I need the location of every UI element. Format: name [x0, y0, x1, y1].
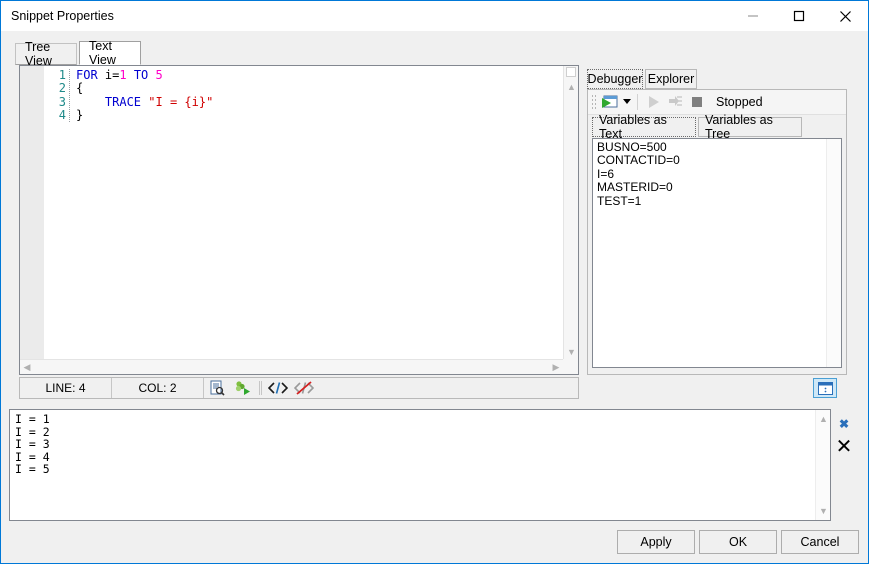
view-tab-strip: Tree View Text View [15, 43, 855, 65]
maximize-button[interactable] [776, 1, 822, 31]
tab-debugger-label: Debugger [588, 72, 643, 86]
editor-scroll-up-icon[interactable]: ▲ [564, 80, 579, 94]
window-title: Snippet Properties [11, 9, 114, 23]
tab-tree-view-label: Tree View [25, 40, 67, 68]
tab-debugger[interactable]: Debugger [587, 69, 643, 89]
output-clear-button[interactable]: ✕ [833, 435, 855, 457]
step-into-icon [668, 95, 683, 109]
code-token: i= [105, 68, 119, 82]
document-run-button[interactable] [230, 378, 256, 398]
code-token: TRACE [105, 95, 148, 109]
editor-vscroll-thumb[interactable] [566, 67, 576, 77]
editor-scroll-down-icon[interactable]: ▼ [564, 345, 579, 359]
tab-variables-as-text-label: Variables as Text [599, 113, 689, 141]
window-controls [730, 1, 868, 31]
debugger-status-label: Stopped [716, 95, 763, 109]
run-program-icon [601, 95, 618, 110]
tab-variables-as-text[interactable]: Variables as Text [592, 117, 696, 137]
debugger-tab-strip: Debugger Explorer [587, 69, 847, 89]
trace-output-panel[interactable]: I = 1 I = 2 I = 3 I = 4 I = 5 ▲ ▼ [9, 409, 831, 521]
editor-horizontal-scrollbar[interactable]: ◀ ▶ [20, 359, 563, 374]
tab-variables-as-tree-label: Variables as Tree [705, 113, 795, 141]
tab-explorer[interactable]: Explorer [645, 69, 697, 89]
apply-button[interactable]: Apply [617, 530, 695, 554]
tab-explorer-label: Explorer [648, 72, 695, 86]
editor-scroll-right-icon[interactable]: ▶ [549, 360, 563, 375]
output-vertical-scrollbar[interactable]: ▲ ▼ [815, 410, 830, 520]
run-dropdown-button[interactable] [620, 91, 633, 113]
stop-icon [691, 96, 703, 108]
document-search-icon [210, 380, 225, 396]
status-separator [259, 381, 262, 395]
stop-button[interactable] [686, 91, 708, 113]
variables-text: BUSNO=500 CONTACTID=0 I=6 MASTERID=0 TES… [597, 141, 825, 208]
tab-text-view[interactable]: Text View [79, 41, 141, 65]
editor-line-numbers: 1 2 3 4 [44, 69, 70, 122]
play-icon [647, 95, 660, 109]
code-line: FOR i=1 TO 5 [76, 69, 562, 82]
panel-layout-toggle[interactable] [813, 378, 837, 398]
step-into-button[interactable] [664, 91, 686, 113]
variables-vertical-scrollbar[interactable] [826, 139, 841, 367]
toolbar-separator [637, 94, 638, 110]
code-tags-disabled-button[interactable] [291, 378, 317, 398]
variables-tab-strip: Variables as Text Variables as Tree [592, 117, 842, 137]
maximize-icon [793, 10, 805, 22]
close-icon [839, 10, 852, 23]
code-tags-icon [268, 381, 288, 395]
debugger-panel: Stopped Variables as Text Variables as T… [587, 89, 847, 375]
document-run-icon [235, 380, 251, 396]
editor-status-bar: LINE: 4 COL: 2 [19, 377, 579, 399]
panel-layout-icon [818, 382, 833, 395]
chevron-down-icon [623, 99, 631, 105]
snippet-properties-window: Snippet Properties Tree View [0, 0, 869, 564]
continue-button[interactable] [642, 91, 664, 113]
tab-variables-as-tree[interactable]: Variables as Tree [698, 117, 802, 137]
code-tags-disabled-icon [294, 381, 314, 395]
minimize-button[interactable] [730, 1, 776, 31]
document-search-button[interactable] [204, 378, 230, 398]
status-col-indicator: COL: 2 [112, 378, 204, 398]
tab-tree-view[interactable]: Tree View [15, 43, 77, 65]
variables-list-box[interactable]: BUSNO=500 CONTACTID=0 I=6 MASTERID=0 TES… [592, 138, 842, 368]
title-bar: Snippet Properties [1, 1, 868, 31]
code-editor[interactable]: 1 2 3 4 FOR i=1 TO 5{ TRACE "I = {i}"} ▲… [19, 65, 579, 375]
status-line-indicator: LINE: 4 [20, 378, 112, 398]
code-token: 1 [119, 68, 126, 82]
run-program-button[interactable] [598, 91, 620, 113]
editor-scroll-corner [563, 359, 578, 374]
output-scroll-down-icon[interactable]: ▼ [816, 504, 831, 518]
ok-button[interactable]: OK [699, 530, 777, 554]
minimize-icon [747, 10, 759, 22]
code-line: TRACE "I = {i}" [76, 96, 562, 109]
output-close-small-button[interactable]: ✖ [837, 417, 851, 431]
close-button[interactable] [822, 1, 868, 31]
code-token: } [76, 108, 83, 122]
editor-code-text[interactable]: FOR i=1 TO 5{ TRACE "I = {i}"} [76, 69, 562, 358]
dialog-footer: Apply OK Cancel [1, 521, 868, 563]
code-tags-button[interactable] [265, 378, 291, 398]
editor-scroll-left-icon[interactable]: ◀ [20, 360, 34, 375]
code-token: FOR [76, 68, 105, 82]
trace-output-text: I = 1 I = 2 I = 3 I = 4 I = 5 [15, 413, 812, 476]
code-token: { [76, 81, 83, 95]
tab-text-view-label: Text View [89, 39, 131, 67]
debugger-toolbar: Stopped [588, 90, 846, 115]
editor-gutter[interactable] [20, 66, 44, 374]
editor-vertical-scrollbar[interactable]: ▲ ▼ [563, 66, 578, 359]
toolbar-grip[interactable] [591, 94, 598, 111]
code-line: } [76, 109, 562, 122]
code-token: 5 [156, 68, 163, 82]
code-token: "I = {i}" [148, 95, 213, 109]
cancel-button[interactable]: Cancel [781, 530, 859, 554]
output-scroll-up-icon[interactable]: ▲ [816, 412, 831, 426]
code-line: { [76, 82, 562, 95]
code-token: TO [127, 68, 156, 82]
